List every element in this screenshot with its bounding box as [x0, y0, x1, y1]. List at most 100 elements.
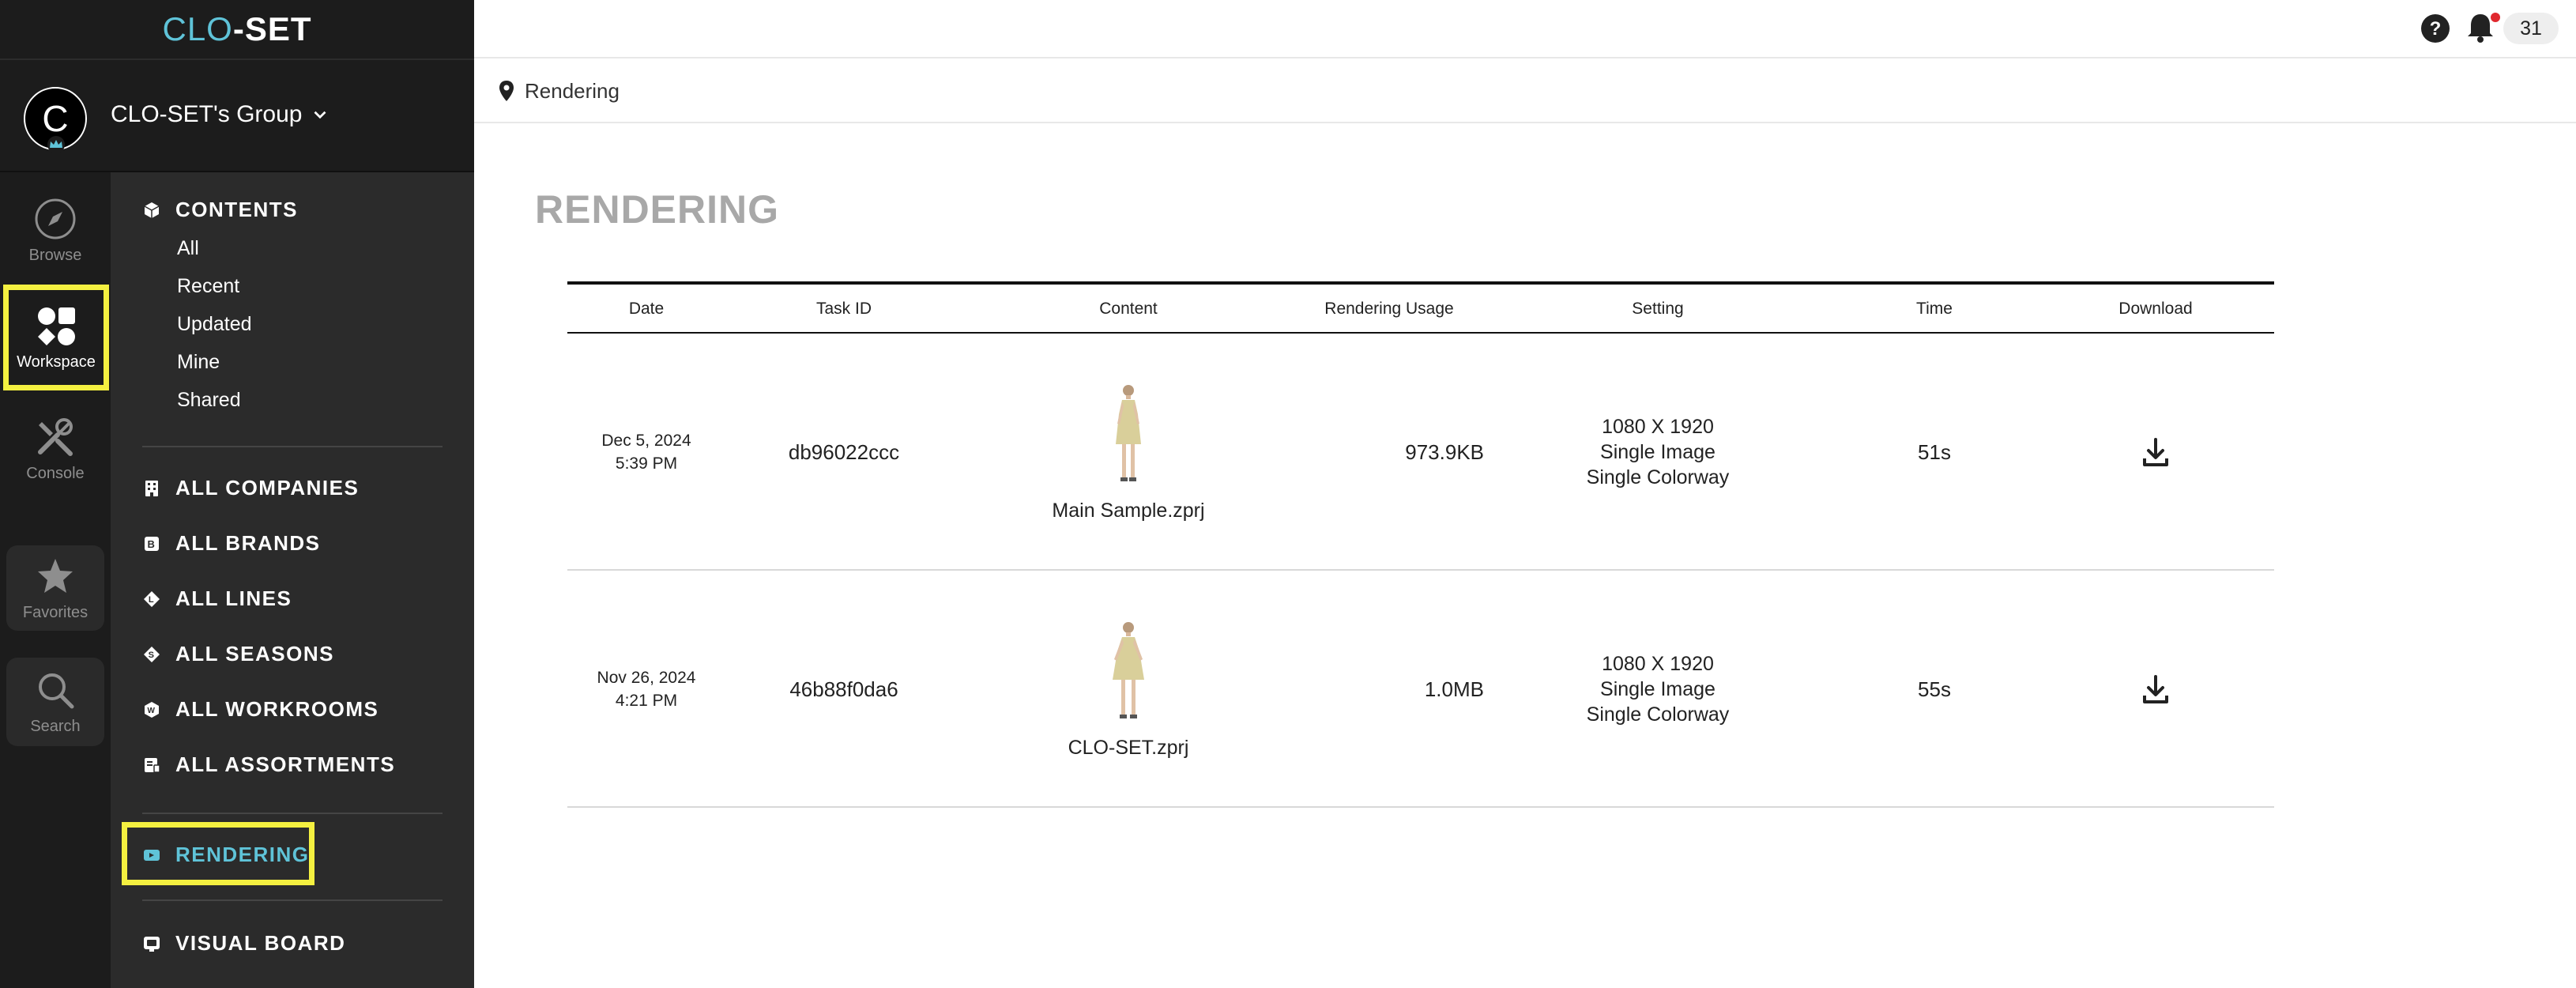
content-name: CLO-SET.zprj: [1068, 736, 1189, 759]
content-item-all[interactable]: All: [177, 237, 199, 260]
menu-all-workrooms[interactable]: W ALL WORKROOMS: [142, 697, 378, 722]
breadcrumb: Rendering: [474, 60, 2576, 123]
setting-cell: 1080 X 1920 Single Image Single Colorway: [1539, 334, 1776, 571]
menu-all-lines[interactable]: L ALL LINES: [142, 586, 292, 611]
rail-label: Browse: [28, 246, 82, 264]
top-bar: [474, 0, 2576, 58]
setting-resolution: 1080 X 1920: [1602, 653, 1714, 675]
menu-label: VISUAL BOARD: [175, 931, 346, 955]
group-name: CLO-SET's Group: [111, 101, 303, 127]
content-name: Main Sample.zprj: [1052, 499, 1205, 522]
download-cell: [2077, 334, 2235, 571]
clo-set-logo[interactable]: CLO-SET: [162, 10, 311, 48]
cube-icon: [144, 202, 160, 218]
rail-label: Console: [26, 464, 85, 482]
menu-divider: [142, 899, 443, 901]
rail-workspace[interactable]: Workspace: [3, 285, 109, 390]
rail-label: Search: [30, 717, 81, 735]
table-row: Nov 26, 2024 4:21 PM 46b88f0da6 CLO-SET.…: [567, 571, 2274, 808]
usage-cell: 1.0MB: [1424, 677, 1484, 701]
download-icon[interactable]: [2141, 436, 2170, 468]
workspace-menu: CONTENTS All Recent Updated Mine Shared …: [111, 172, 474, 988]
rail-label: Workspace: [17, 353, 96, 371]
content-cell[interactable]: CLO-SET.zprj: [1010, 571, 1247, 808]
menu-label: ALL LINES: [175, 586, 292, 610]
content-item-mine[interactable]: Mine: [177, 351, 220, 374]
shapes-icon: [38, 307, 75, 345]
svg-text:W: W: [148, 707, 156, 715]
rendering-table: Date Task ID Content Rendering Usage Set…: [567, 281, 2274, 808]
chevron-down-icon: [314, 111, 326, 119]
search-icon: [39, 673, 74, 708]
column-header-date: Date: [628, 300, 665, 318]
menu-label: ALL SEASONS: [175, 642, 334, 666]
usage-cell: 973.9KB: [1405, 439, 1484, 464]
time-cell: 55s: [1918, 677, 1951, 701]
rail-console[interactable]: Console: [6, 400, 104, 498]
group-name-wrap[interactable]: CLO-SET's Group: [111, 101, 330, 128]
rail-browse[interactable]: Browse: [6, 182, 104, 280]
column-header-time: Time: [1916, 300, 1953, 318]
setting-cell: 1080 X 1920 Single Image Single Colorway: [1539, 571, 1776, 808]
time-of-day-text: 5:39 PM: [615, 454, 678, 473]
compass-icon: [35, 198, 76, 239]
icon-rail: Browse Workspace Console Favorites Searc…: [0, 172, 111, 988]
rail-label: Favorites: [22, 603, 89, 621]
setting-resolution: 1080 X 1920: [1602, 416, 1714, 438]
svg-text:B: B: [148, 538, 156, 550]
table-header: Date Task ID Content Rendering Usage Set…: [567, 281, 2274, 334]
date-text: Nov 26, 2024: [597, 669, 696, 687]
group-switcher[interactable]: C CLO-SET's Group: [0, 58, 474, 172]
download-icon[interactable]: [2141, 673, 2170, 705]
brand-icon: B: [145, 536, 159, 551]
date-text: Dec 5, 2024: [601, 432, 691, 450]
menu-all-seasons[interactable]: S ALL SEASONS: [142, 642, 334, 666]
menu-divider: [142, 813, 443, 814]
table-row: Dec 5, 2024 5:39 PM db96022ccc Main Samp…: [567, 334, 2274, 571]
video-camera-icon: [144, 849, 160, 861]
content-item-updated[interactable]: Updated: [177, 313, 252, 336]
menu-label: ALL WORKROOMS: [175, 697, 379, 721]
content-item-shared[interactable]: Shared: [177, 389, 241, 412]
menu-all-companies[interactable]: ALL COMPANIES: [142, 476, 359, 500]
download-cell: [2077, 571, 2235, 808]
content-cell[interactable]: Main Sample.zprj: [1010, 334, 1247, 571]
content-item-recent[interactable]: Recent: [177, 275, 239, 298]
menu-label: ALL BRANDS: [175, 531, 321, 555]
help-icon[interactable]: ?: [2420, 13, 2451, 44]
date-cell: Dec 5, 2024 5:39 PM: [567, 334, 725, 571]
notification-count[interactable]: 31: [2503, 13, 2559, 44]
menu-rendering[interactable]: RENDERING: [142, 843, 310, 867]
column-header-download: Download: [2118, 300, 2193, 318]
rail-search[interactable]: Search: [6, 658, 104, 746]
assortment-icon: [145, 757, 160, 773]
line-icon: L: [144, 590, 160, 607]
date-cell: Nov 26, 2024 4:21 PM: [567, 571, 725, 808]
svg-text:S: S: [149, 650, 156, 660]
setting-colorway: Single Colorway: [1586, 466, 1730, 488]
menu-contents[interactable]: CONTENTS: [142, 198, 298, 222]
setting-output: Single Image: [1600, 441, 1715, 463]
notification-dot: [2491, 13, 2500, 22]
column-header-setting: Setting: [1632, 300, 1684, 318]
column-header-rendering-usage: Rendering Usage: [1324, 300, 1454, 318]
time-of-day-text: 4:21 PM: [615, 692, 678, 710]
rail-favorites[interactable]: Favorites: [6, 545, 104, 631]
column-header-content: Content: [1099, 300, 1158, 318]
garment-thumbnail: [1113, 621, 1144, 718]
svg-text:L: L: [149, 595, 155, 605]
setting-colorway: Single Colorway: [1586, 703, 1730, 726]
location-pin-icon: [499, 81, 514, 101]
page-title: RENDERING: [535, 187, 780, 232]
menu-visual-board[interactable]: VISUAL BOARD: [142, 931, 345, 956]
setting-output: Single Image: [1600, 678, 1715, 700]
column-header-task-id: Task ID: [815, 300, 872, 318]
workroom-icon: W: [145, 701, 159, 718]
menu-all-assortments[interactable]: ALL ASSORTMENTS: [142, 752, 395, 777]
crown-icon: [47, 136, 65, 153]
time-cell: 51s: [1918, 439, 1951, 464]
season-icon: S: [144, 646, 160, 662]
task-id-cell: db96022ccc: [788, 439, 900, 464]
menu-all-brands[interactable]: B ALL BRANDS: [142, 531, 321, 556]
breadcrumb-current[interactable]: Rendering: [525, 79, 620, 104]
